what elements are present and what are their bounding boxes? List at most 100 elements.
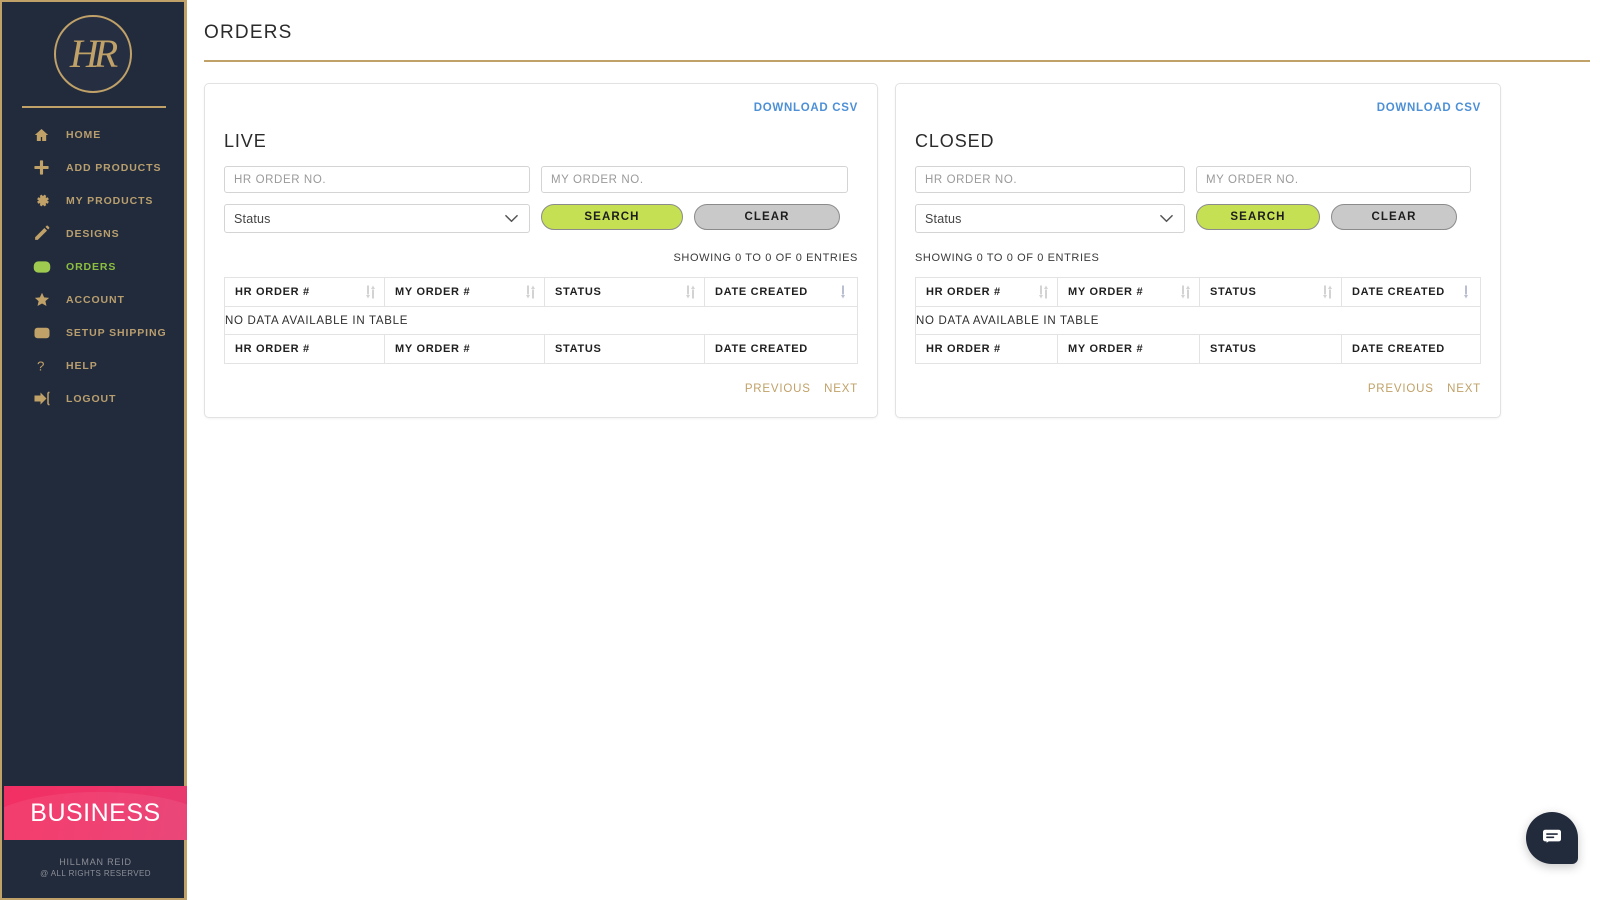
next-page-link[interactable]: NEXT [1447,383,1481,395]
app-root: HR HOME ADD PRODUCTS MY PROD [0,0,1600,900]
my-order-input[interactable] [541,166,848,193]
logout-icon [33,389,55,409]
filter-row-actions: Status SEARCH CLEAR [915,204,1481,233]
column-header-hr-order[interactable]: HR ORDER # [225,278,385,307]
sidebar-item-add-products[interactable]: ADD PRODUCTS [2,151,184,184]
column-label: DATE CREATED [1352,286,1445,298]
pencil-icon [33,224,55,244]
sidebar-item-label: LOGOUT [66,393,116,405]
orders-panel-live: DOWNLOAD CSV LIVE Status SEARCH CLEAR [204,83,878,418]
chevron-down-icon [1160,214,1173,223]
table-foot: HR ORDER # MY ORDER # STATUS DATE CREATE… [225,335,858,364]
sort-both-icon [526,286,535,299]
footer-label-hr-order: HR ORDER # [225,335,385,364]
column-header-my-order[interactable]: MY ORDER # [1058,278,1200,307]
column-header-hr-order[interactable]: HR ORDER # [916,278,1058,307]
chevron-down-icon [505,214,518,223]
column-label: HR ORDER # [235,286,310,298]
footer-label-date-created: DATE CREATED [1342,335,1481,364]
footer-label-status: STATUS [1200,335,1342,364]
filter-row-actions: Status SEARCH CLEAR [224,204,858,233]
sidebar-item-my-products[interactable]: MY PRODUCTS [2,184,184,217]
footer-label-my-order: MY ORDER # [385,335,545,364]
sidebar-item-label: ADD PRODUCTS [66,162,161,174]
table-foot: HR ORDER # MY ORDER # STATUS DATE CREATE… [916,335,1481,364]
package-icon [33,323,55,343]
previous-page-link[interactable]: PREVIOUS [745,383,811,395]
table-footer-row: HR ORDER # MY ORDER # STATUS DATE CREATE… [225,335,858,364]
sidebar-item-label: DESIGNS [66,228,120,240]
table-head: HR ORDER # MY ORDER # [916,278,1481,307]
csv-row: DOWNLOAD CSV [915,98,1481,116]
clear-button[interactable]: CLEAR [694,204,840,230]
filter-row-inputs [224,166,858,193]
my-order-input[interactable] [1196,166,1471,193]
column-header-status[interactable]: STATUS [545,278,705,307]
panel-title: LIVE [224,131,858,152]
csv-row: DOWNLOAD CSV [224,98,858,116]
previous-page-link[interactable]: PREVIOUS [1368,383,1434,395]
table-empty-row: NO DATA AVAILABLE IN TABLE [225,307,858,335]
pagination: PREVIOUS NEXT [224,379,858,397]
hr-order-input[interactable] [915,166,1185,193]
no-data-message: NO DATA AVAILABLE IN TABLE [225,307,858,335]
table-header-row: HR ORDER # MY ORDER # [916,278,1481,307]
table-header-row: HR ORDER # MY ORDER # [225,278,858,307]
table-body: NO DATA AVAILABLE IN TABLE [916,307,1481,335]
copyright-rights: @ ALL RIGHTS RESERVED [4,869,187,878]
sidebar-item-label: MY PRODUCTS [66,195,153,207]
clear-button[interactable]: CLEAR [1331,204,1457,230]
showing-entries-text: SHOWING 0 TO 0 OF 0 ENTRIES [224,252,858,264]
next-page-link[interactable]: NEXT [824,383,858,395]
chat-widget-button[interactable] [1526,812,1578,864]
footer-label-status: STATUS [545,335,705,364]
orders-table: HR ORDER # MY ORDER # [915,277,1481,364]
status-select[interactable]: Status [915,204,1185,233]
star-icon [33,290,55,310]
status-select[interactable]: Status [224,204,530,233]
promo-label: BUSINESS [30,799,160,828]
showing-entries-text: SHOWING 0 TO 0 OF 0 ENTRIES [915,252,1481,264]
page-title: ORDERS [204,22,1600,44]
column-header-date-created[interactable]: DATE CREATED [705,278,858,307]
business-promo-banner[interactable]: BUSINESS [4,786,187,840]
search-button[interactable]: SEARCH [541,204,683,230]
table-empty-row: NO DATA AVAILABLE IN TABLE [916,307,1481,335]
status-select-value: Status [234,212,271,226]
sidebar-item-orders[interactable]: ORDERS [2,250,184,283]
sidebar-item-help[interactable]: ? HELP [2,349,184,382]
home-icon [33,125,55,145]
brand-logo[interactable]: HR [2,2,184,106]
box-icon [33,257,55,277]
sort-both-icon [366,286,375,299]
column-header-my-order[interactable]: MY ORDER # [385,278,545,307]
column-header-status[interactable]: STATUS [1200,278,1342,307]
column-label: HR ORDER # [926,286,1001,298]
footer-label-my-order: MY ORDER # [1058,335,1200,364]
hr-order-input[interactable] [224,166,530,193]
sidebar-item-logout[interactable]: LOGOUT [2,382,184,415]
column-header-date-created[interactable]: DATE CREATED [1342,278,1481,307]
sort-both-icon [1181,286,1190,299]
sidebar-nav: HOME ADD PRODUCTS MY PRODUCTS DESIGNS [2,108,184,415]
main-content: ORDERS DOWNLOAD CSV LIVE Status [190,0,1600,900]
copyright-name: HILLMAN REID [4,857,187,867]
panel-title: CLOSED [915,131,1481,152]
sidebar-item-setup-shipping[interactable]: SETUP SHIPPING [2,316,184,349]
gear-icon [33,191,55,211]
download-csv-link[interactable]: DOWNLOAD CSV [754,102,858,114]
sidebar-item-account[interactable]: ACCOUNT [2,283,184,316]
sidebar: HR HOME ADD PRODUCTS MY PROD [0,0,187,900]
svg-text:?: ? [37,358,44,373]
orders-table: HR ORDER # MY ORDER # [224,277,858,364]
search-button[interactable]: SEARCH [1196,204,1320,230]
sidebar-item-home[interactable]: HOME [2,118,184,151]
question-icon: ? [33,356,55,376]
sidebar-copyright: HILLMAN REID @ ALL RIGHTS RESERVED [4,857,187,878]
logo-circle: HR [54,15,132,93]
sidebar-item-label: SETUP SHIPPING [66,327,167,339]
sidebar-item-designs[interactable]: DESIGNS [2,217,184,250]
download-csv-link[interactable]: DOWNLOAD CSV [1377,102,1481,114]
no-data-message: NO DATA AVAILABLE IN TABLE [916,307,1481,335]
sidebar-item-label: HOME [66,129,101,141]
